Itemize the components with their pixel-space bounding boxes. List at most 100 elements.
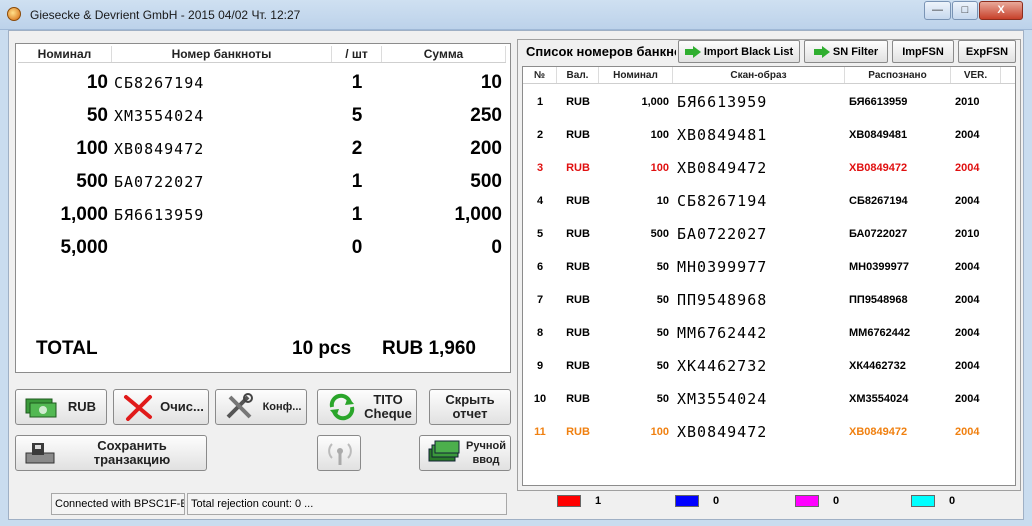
row-currency: RUB [566,392,590,405]
row-nominal: 1,000 [641,95,669,108]
row-scan-image: БА0722027 [677,224,768,243]
sn-filter-button[interactable]: SN Filter [804,40,888,63]
row-scan-image: ХВ0849481 [677,125,768,144]
legend-count: 1 [595,495,602,507]
row-nominal: 50 [656,359,669,372]
col-recognized[interactable]: Распознано [845,67,951,83]
row-nominal: 10 [86,71,108,93]
row-currency: RUB [566,260,590,273]
col-scan-image[interactable]: Скан-образ [673,67,845,83]
row-nominal: 500 [650,227,669,240]
row-currency: RUB [566,326,590,339]
col-currency[interactable]: Вал. [557,67,599,83]
row-recognized: ММ6762442 [849,326,911,339]
row-currency: RUB [566,194,590,207]
row-nominal: 10 [656,194,669,207]
summary-row[interactable]: 50 ХМ3554024 5 250 [18,99,506,132]
row-currency: RUB [566,161,590,174]
manual-input-button[interactable]: Ручной ввод [419,435,511,471]
row-sum: 500 [470,170,502,192]
row-number: 5 [536,227,544,240]
row-version: 2004 [955,359,980,372]
row-version: 2004 [955,392,980,405]
hide-report-button[interactable]: Скрыть отчет [429,389,511,425]
serial-row[interactable]: 11 RUB 100 ХВ0849472 ХВ0849472 2004 [523,415,1015,448]
row-serial: ХВ0849472 [114,139,205,158]
refresh-icon [324,393,360,421]
row-currency: RUB [566,128,590,141]
summary-row[interactable]: 100 ХВ0849472 2 200 [18,132,506,165]
row-number: 3 [536,161,544,174]
row-count: 1 [351,71,363,93]
clear-button[interactable]: Очис... [113,389,209,425]
row-recognized: БЯ6613959 [849,95,908,108]
summary-row[interactable]: 500 БА0722027 1 500 [18,165,506,198]
summary-row[interactable]: 1,000 БЯ6613959 1 1,000 [18,198,506,231]
row-recognized: ХВ0849472 [849,161,908,174]
tools-icon [222,393,258,421]
antenna-button[interactable] [317,435,361,471]
config-button[interactable]: Конф... [215,389,307,425]
serial-number-panel: Список номеров банкнот Import Black List… [517,39,1021,491]
row-nominal: 500 [76,170,108,192]
row-currency: RUB [566,359,590,372]
serial-row[interactable]: 6 RUB 50 МН0399977 МН0399977 2004 [523,250,1015,283]
maximize-button[interactable]: □ [952,1,978,20]
close-button[interactable]: X [979,1,1023,20]
row-nominal: 100 [650,161,669,174]
col-nominal[interactable]: Номинал [18,46,112,62]
row-nominal: 50 [656,260,669,273]
legend-swatch [795,495,819,507]
exp-fsn-button[interactable]: ExpFSN [958,40,1016,63]
save-transaction-button[interactable]: Сохранить транзакцию [15,435,207,471]
row-number: 4 [536,194,544,207]
app-icon [7,7,21,21]
import-black-list-button[interactable]: Import Black List [678,40,800,63]
serial-row[interactable]: 4 RUB 10 СБ8267194 СБ8267194 2004 [523,184,1015,217]
serial-row[interactable]: 5 RUB 500 БА0722027 БА0722027 2010 [523,217,1015,250]
serial-row[interactable]: 2 RUB 100 ХВ0849481 ХВ0849481 2004 [523,118,1015,151]
rub-button[interactable]: RUB [15,389,107,425]
serial-row[interactable]: 8 RUB 50 ММ6762442 ММ6762442 2004 [523,316,1015,349]
row-nominal: 100 [650,425,669,438]
row-recognized: ХВ0849472 [849,425,908,438]
row-scan-image: ХВ0849472 [677,158,768,177]
col-sum[interactable]: Сумма [382,46,506,62]
imp-fsn-button[interactable]: ImpFSN [892,40,954,63]
title-bar: Giesecke & Devrient GmbH - 2015 04/02 Чт… [0,0,1032,30]
green-arrow-icon [684,45,701,58]
col-version[interactable]: VER. [951,67,1001,83]
legend-swatch [557,495,581,507]
minimize-button[interactable]: — [924,1,951,20]
row-number: 6 [536,260,544,273]
banknote-stack-icon [426,439,462,467]
summary-row[interactable]: 5,000 0 0 [18,231,506,264]
col-serial[interactable]: Номер банкноты [112,46,332,62]
row-nominal: 100 [76,137,108,159]
serial-row[interactable]: 9 RUB 50 ХК4462732 ХК4462732 2004 [523,349,1015,382]
total-label: TOTAL [36,338,98,359]
serial-row[interactable]: 3 RUB 100 ХВ0849472 ХВ0849472 2004 [523,151,1015,184]
row-recognized: ХК4462732 [849,359,906,372]
legend-count: 0 [713,495,720,507]
row-version: 2004 [955,194,980,207]
connection-status: Connected with BPSC1F-E [51,493,185,515]
col-nominal[interactable]: Номинал [599,67,673,83]
serial-row[interactable]: 10 RUB 50 ХМ3554024 ХМ3554024 2004 [523,382,1015,415]
total-pcs: 10 pcs [292,338,352,359]
row-number: 1 [536,95,544,108]
summary-row[interactable]: 10 СБ8267194 1 10 [18,66,506,99]
denomination-summary-table: Номинал Номер банкноты / шт Сумма 10 СБ82… [15,43,511,373]
col-number[interactable]: № [523,67,557,83]
serial-row[interactable]: 1 RUB 1,000 БЯ6613959 БЯ6613959 2010 [523,85,1015,118]
row-nominal: 50 [656,392,669,405]
col-count[interactable]: / шт [332,46,382,62]
legend-swatch [911,495,935,507]
legend-item: 0 [675,495,719,507]
serial-row[interactable]: 7 RUB 50 ПП9548968 ПП9548968 2004 [523,283,1015,316]
row-recognized: ХМ3554024 [849,392,909,405]
row-recognized: БА0722027 [849,227,908,240]
tito-cheque-button[interactable]: TITO Cheque [317,389,417,425]
row-scan-image: ХК4462732 [677,356,768,375]
row-count: 5 [351,104,363,126]
